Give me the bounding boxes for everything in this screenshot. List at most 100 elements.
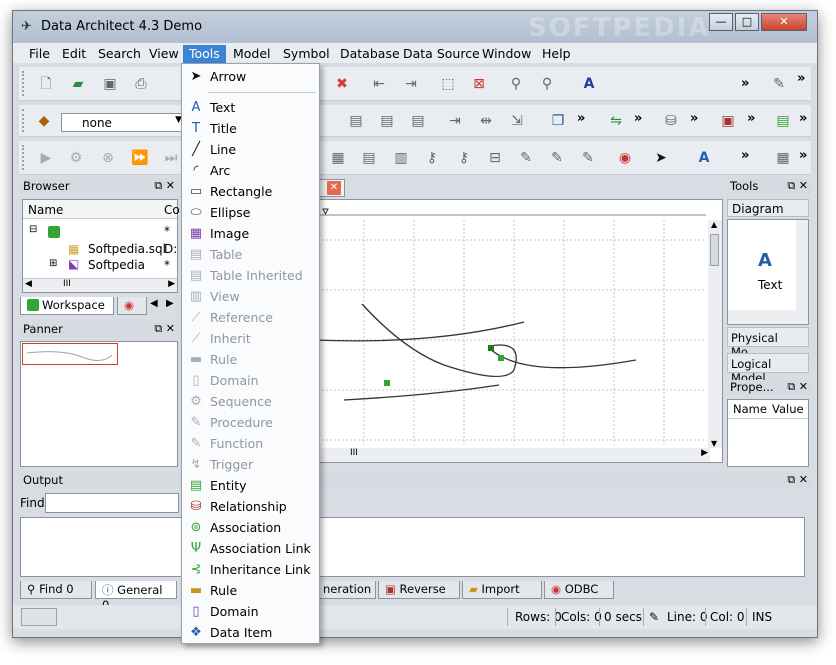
tree-item[interactable]: Softpedia <box>88 258 145 272</box>
palette-scrollbar[interactable] <box>796 220 808 310</box>
close-icon[interactable]: ✕ <box>327 181 341 195</box>
menu-symbol[interactable]: Symbol <box>277 45 336 63</box>
menu-item-image[interactable]: ▦ Image <box>182 223 319 244</box>
panel-controls[interactable]: ⧉ ✕ <box>787 473 808 487</box>
run-icon[interactable]: ▶ <box>37 149 55 167</box>
tree-item[interactable]: Softpedia.sql <box>88 242 166 256</box>
panel-controls[interactable]: ⧉ ✕ <box>787 179 808 193</box>
database-icon[interactable]: ⛁ <box>662 112 680 130</box>
toolbar-more-button[interactable]: » <box>634 111 642 126</box>
entity-icon[interactable]: ▤ <box>774 112 792 130</box>
menu-item-association[interactable]: ⊜ Association <box>182 517 319 538</box>
menu-item-arrow[interactable]: ➤ Arrow <box>182 66 319 87</box>
tab-general[interactable]: ⓘ General 0 <box>95 581 177 612</box>
panel-controls[interactable]: ⧉ ✕ <box>787 380 808 394</box>
tools-section-logical[interactable]: Logical Model <box>727 353 809 385</box>
select-all-icon[interactable]: ⬚ <box>439 75 457 93</box>
minimize-button[interactable]: — <box>709 13 733 31</box>
horizontal-scrollbar[interactable]: III ▶ <box>314 448 710 462</box>
distribute-icon[interactable]: ⇥ <box>446 112 464 130</box>
function-icon[interactable]: ✎ <box>548 149 566 167</box>
expander-icon[interactable]: ⊞ <box>49 258 57 269</box>
vertical-scrollbar[interactable]: ▲ ▼ <box>708 220 722 448</box>
arrange-icon[interactable]: ⇋ <box>607 112 625 130</box>
tab-find[interactable]: ⚲ Find 0 <box>20 581 92 599</box>
toolbar-grip[interactable] <box>22 145 25 170</box>
save-icon[interactable]: ▣ <box>101 75 119 93</box>
panel-controls[interactable]: ⧉ ✕ <box>154 322 175 336</box>
distribute-v-icon[interactable]: ⇲ <box>508 112 526 130</box>
paint-bucket-icon[interactable]: ◆ <box>35 112 53 130</box>
menu-item-arc[interactable]: ◜ Arc <box>182 160 319 181</box>
reverse-db-icon[interactable]: ▣ <box>719 112 737 130</box>
trigger-icon[interactable]: ✎ <box>579 149 597 167</box>
menu-model[interactable]: Model <box>227 45 277 63</box>
toolbar-more-button[interactable]: » <box>741 148 749 163</box>
toolbar-more-button[interactable]: » <box>577 111 585 126</box>
panel-controls[interactable]: ⧉ ✕ <box>154 179 175 193</box>
menu-item-inheritance-link[interactable]: ⊰ Inheritance Link <box>182 559 319 580</box>
text-tool-icon[interactable]: A <box>758 250 772 271</box>
menu-file[interactable]: File <box>23 45 56 63</box>
delete-icon[interactable]: ✖ <box>333 75 351 93</box>
find-input[interactable] <box>45 493 179 513</box>
align-right-icon[interactable]: ▤ <box>409 112 427 130</box>
open-file-icon[interactable]: ▰ <box>69 75 87 93</box>
tab-workspace[interactable]: Workspace <box>20 297 114 315</box>
scroll-down-icon[interactable]: ▼ <box>711 439 717 448</box>
pointer-icon[interactable]: ➤ <box>652 149 670 167</box>
menu-item-rule[interactable]: ▬ Rule <box>182 580 319 601</box>
align-left-icon[interactable]: ▤ <box>347 112 365 130</box>
menu-item-association-link[interactable]: Ψ Association Link <box>182 538 319 559</box>
scroll-up-icon[interactable]: ▲ <box>711 220 717 229</box>
toolbar-more-button[interactable]: » <box>799 111 807 126</box>
table-view-icon[interactable]: ▦ <box>329 149 347 167</box>
stop-icon[interactable]: ⊗ <box>99 149 117 167</box>
menu-view[interactable]: View <box>143 45 185 63</box>
text-tool-icon[interactable]: A <box>695 149 713 167</box>
print-icon[interactable]: ⎙ <box>132 75 150 93</box>
deselect-icon[interactable]: ⊠ <box>470 75 488 93</box>
col-2[interactable]: Co <box>164 203 180 217</box>
menu-item-data-item[interactable]: ❖ Data Item <box>182 622 319 643</box>
procedure-icon[interactable]: ✎ <box>517 149 535 167</box>
col-name[interactable]: Name <box>28 203 63 217</box>
menu-item-line[interactable]: ╱ Line <box>182 139 319 160</box>
tab-reverse[interactable]: ▣ Reverse <box>378 581 460 599</box>
toolbar-more-button[interactable]: » <box>797 71 805 86</box>
scroll-thumb-label[interactable]: III <box>350 448 358 458</box>
menu-help[interactable]: Help <box>536 45 577 63</box>
scroll-thumb-label[interactable]: III <box>63 279 71 289</box>
scroll-left-icon[interactable]: ◀ <box>25 279 32 289</box>
grid-icon[interactable]: ▦ <box>774 149 792 167</box>
menu-item-text[interactable]: A Text <box>182 97 319 118</box>
menu-edit[interactable]: Edit <box>56 45 92 63</box>
col-name[interactable]: Name <box>733 402 767 416</box>
menu-database[interactable]: Database <box>334 45 406 63</box>
fast-forward-icon[interactable]: ⏩ <box>131 149 149 167</box>
tab-odbc[interactable]: ◉ ODBC <box>544 581 614 599</box>
odbc-icon[interactable]: ◉ <box>616 149 634 167</box>
expander-icon[interactable]: ⊟ <box>29 224 37 235</box>
toolbar-grip[interactable] <box>22 71 25 96</box>
toolbar-more-button[interactable]: » <box>690 111 698 126</box>
menu-item-ellipse[interactable]: ⬭ Ellipse <box>182 202 319 223</box>
zoom-in-icon[interactable]: ⚲ <box>507 75 525 93</box>
new-file-icon[interactable]: 🗋 <box>37 75 55 93</box>
toolbar-more-button[interactable]: » <box>799 148 807 163</box>
toolbar-more-button[interactable]: » <box>741 76 749 91</box>
style-combo[interactable]: none ▼ <box>61 113 185 132</box>
panner-view[interactable] <box>20 341 178 467</box>
tab-generation[interactable]: neration <box>316 581 376 599</box>
bring-front-icon[interactable]: ❐ <box>549 112 567 130</box>
table-icon[interactable]: ▤ <box>360 149 378 167</box>
menu-search[interactable]: Search <box>92 45 147 63</box>
tools-section-diagram[interactable]: Diagram <box>727 199 809 217</box>
inherit-icon[interactable]: ⚷ <box>455 149 473 167</box>
menu-window[interactable]: Window <box>476 45 537 63</box>
col-value[interactable]: Value <box>772 402 804 416</box>
format-painter-icon[interactable]: ✎ <box>770 75 788 93</box>
scroll-right-icon[interactable]: ▶ <box>701 448 708 458</box>
font-icon[interactable]: A <box>580 75 598 93</box>
horizontal-scrollbar[interactable]: ◀ III ▶ <box>23 278 177 292</box>
